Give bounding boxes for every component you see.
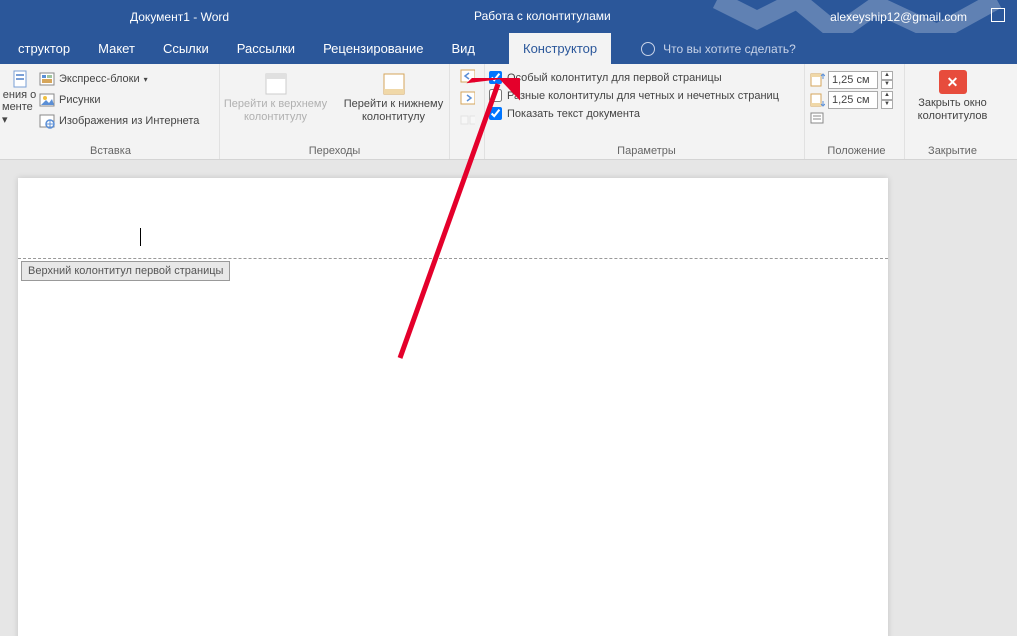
group-label-insert: Вставка (2, 143, 219, 159)
spin-down-icon[interactable]: ▼ (881, 80, 893, 89)
window-title: Документ1 - Word (130, 10, 229, 24)
previous-section-icon[interactable] (459, 68, 475, 84)
context-tools-title: Работа с колонтитулами (456, 0, 629, 33)
link-previous-icon (459, 112, 475, 128)
checkbox-icon[interactable] (489, 107, 502, 120)
pictures-button[interactable]: Рисунки (37, 91, 201, 109)
tab-konstruktor-partial[interactable]: структор (4, 33, 84, 64)
go-footer-icon (378, 72, 410, 96)
next-section-icon[interactable] (459, 90, 475, 106)
different-first-page-checkbox[interactable]: Особый колонтитул для первой страницы (489, 71, 804, 84)
tab-header-footer-design[interactable]: Конструктор (509, 33, 611, 64)
ribbon-display-options-icon[interactable] (991, 8, 1005, 22)
quick-parts-button[interactable]: Экспресс-блоки ▾ (37, 70, 201, 88)
group-label-position: Положение (809, 143, 904, 159)
checkbox-icon[interactable] (489, 71, 502, 84)
alignment-tab-icon (809, 111, 825, 125)
show-document-text-checkbox[interactable]: Показать текст документа (489, 107, 804, 120)
insert-alignment-tab-button[interactable] (809, 111, 904, 125)
picture-icon (39, 92, 55, 108)
tell-me-placeholder: Что вы хотите сделать? (663, 42, 796, 56)
user-email[interactable]: alexeyship12@gmail.com (830, 10, 967, 24)
doc-name: Документ1 (130, 10, 190, 24)
go-to-header-button: Перейти к верхнему колонтитулу (221, 70, 331, 126)
document-area[interactable]: Верхний колонтитул первой страницы (0, 160, 1017, 636)
header-boundary-line (18, 258, 888, 259)
spin-up-icon[interactable]: ▲ (881, 71, 893, 80)
group-label-nav: Переходы (220, 143, 449, 159)
doc-info-label-2: менте ▾ (2, 101, 37, 126)
go-header-icon (260, 72, 292, 96)
spin-down-icon[interactable]: ▼ (881, 100, 893, 109)
document-info-icon (12, 73, 28, 89)
title-bar: Документ1 - Word Работа с колонтитулами … (0, 0, 1017, 33)
group-label-close: Закрытие (928, 143, 977, 159)
ribbon: ения о менте ▾ Экспресс-блоки ▾ Рисунки … (0, 64, 1017, 160)
group-insert: ения о менте ▾ Экспресс-блоки ▾ Рисунки … (0, 64, 220, 159)
group-nav-extra (450, 64, 485, 159)
tab-references[interactable]: Ссылки (149, 33, 223, 64)
app-name: Word (201, 10, 229, 24)
close-header-footer-button[interactable]: ✕ Закрыть окно колонтитулов (918, 68, 988, 123)
header-top-value[interactable]: 1,25 см (828, 71, 878, 89)
spin-up-icon[interactable]: ▲ (881, 91, 893, 100)
go-to-footer-button[interactable]: Перейти к нижнему колонтитулу (339, 70, 449, 126)
footer-bottom-value[interactable]: 1,25 см (828, 91, 878, 109)
quick-parts-icon (39, 71, 55, 87)
checkbox-icon[interactable] (489, 89, 502, 102)
different-odd-even-checkbox[interactable]: Разные колонтитулы для четных и нечетных… (489, 89, 804, 102)
ribbon-tabs: структор Макет Ссылки Рассылки Рецензиро… (0, 33, 1017, 64)
doc-info-label-1: ения о (3, 89, 36, 101)
lightbulb-icon (641, 42, 655, 56)
online-pictures-button[interactable]: Изображения из Интернета (37, 112, 201, 130)
tab-view[interactable]: Вид (437, 33, 489, 64)
tell-me-search[interactable]: Что вы хотите сделать? (641, 42, 796, 56)
header-from-top-spinner[interactable]: 1,25 см ▲▼ (809, 71, 904, 89)
close-icon: ✕ (939, 70, 967, 94)
header-position-icon (809, 73, 825, 87)
group-navigation: Перейти к верхнему колонтитулу Перейти к… (220, 64, 450, 159)
tab-layout[interactable]: Макет (84, 33, 149, 64)
group-options: Особый колонтитул для первой страницы Ра… (485, 64, 805, 159)
page[interactable]: Верхний колонтитул первой страницы (18, 178, 888, 636)
group-label-options: Параметры (489, 143, 804, 159)
group-position: 1,25 см ▲▼ 1,25 см ▲▼ Положение (805, 64, 905, 159)
header-section-tag: Верхний колонтитул первой страницы (21, 261, 230, 281)
tab-review[interactable]: Рецензирование (309, 33, 437, 64)
group-close: ✕ Закрыть окно колонтитулов Закрытие (905, 64, 1000, 159)
online-picture-icon (39, 113, 55, 129)
footer-from-bottom-spinner[interactable]: 1,25 см ▲▼ (809, 91, 904, 109)
text-cursor (140, 228, 141, 246)
tab-mailings[interactable]: Рассылки (223, 33, 309, 64)
footer-position-icon (809, 93, 825, 107)
